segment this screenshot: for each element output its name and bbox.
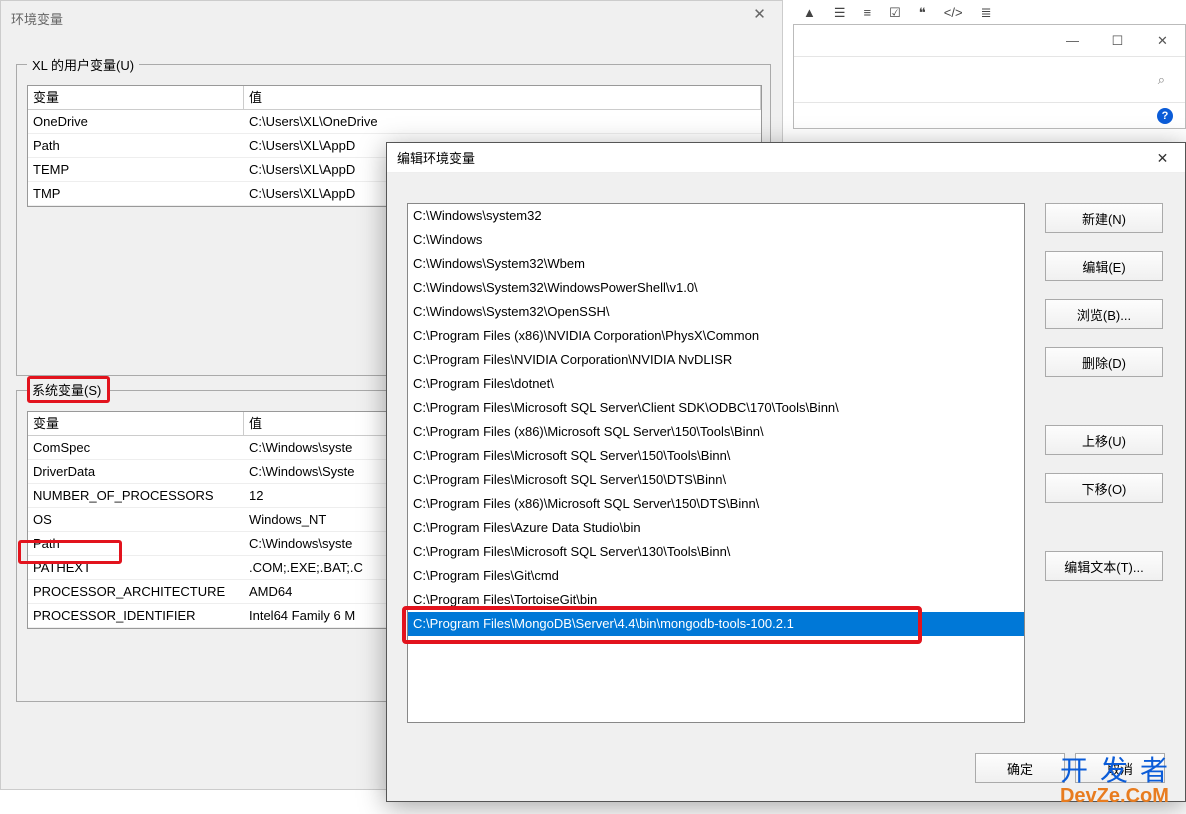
list-item[interactable]: C:\Program Files\Azure Data Studio\bin (408, 516, 1024, 540)
var-name: NUMBER_OF_PROCESSORS (28, 484, 244, 507)
list-item[interactable]: C:\Program Files\Microsoft SQL Server\13… (408, 540, 1024, 564)
align-icon: ≣ (981, 5, 992, 21)
var-name: Path (28, 532, 244, 555)
edit-button[interactable]: 编辑(E) (1045, 251, 1163, 281)
maximize-icon[interactable]: ☐ (1095, 33, 1140, 49)
table-header: 变量 值 (28, 86, 761, 110)
help-icon[interactable]: ? (1157, 108, 1173, 124)
minimize-icon[interactable]: — (1050, 33, 1095, 48)
code-icon: </> (944, 5, 963, 20)
list-item[interactable]: C:\Windows\System32\OpenSSH\ (408, 300, 1024, 324)
move-up-button[interactable]: 上移(U) (1045, 425, 1163, 455)
system-vars-label: 系统变量(S) (27, 376, 110, 403)
list-item[interactable]: C:\Program Files (x86)\NVIDIA Corporatio… (408, 324, 1024, 348)
close-icon[interactable]: ✕ (737, 1, 782, 29)
list-ol-icon: ≡ (864, 5, 872, 20)
bg-small-window: — ☐ ✕ ⌕ ? (793, 24, 1186, 129)
move-down-button[interactable]: 下移(O) (1045, 473, 1163, 503)
side-buttons: 新建(N) 编辑(E) 浏览(B)... 删除(D) 上移(U) 下移(O) 编… (1045, 203, 1165, 599)
edit-env-var-dialog: 编辑环境变量 ✕ C:\Windows\system32C:\WindowsC:… (386, 142, 1186, 802)
var-name: ComSpec (28, 436, 244, 459)
list-item[interactable]: C:\Windows\System32\WindowsPowerShell\v1… (408, 276, 1024, 300)
highlight-icon: ▲ (803, 5, 816, 20)
list-item[interactable]: C:\Windows\System32\Wbem (408, 252, 1024, 276)
quote-icon: ❝ (919, 5, 926, 21)
watermark-line1: 开发者 (1060, 749, 1180, 789)
list-item[interactable]: C:\Program Files\Git\cmd (408, 564, 1024, 588)
var-value: C:\Users\XL\OneDrive (244, 110, 761, 133)
list-ul-icon: ☰ (834, 5, 846, 21)
edit-text-button[interactable]: 编辑文本(T)... (1045, 551, 1163, 581)
editor-toolbar: ▲ ☰ ≡ ☑ ❝ </> ≣ (793, 0, 1186, 26)
user-vars-label: XL 的用户变量(U) (27, 55, 139, 74)
var-name: PATHEXT (28, 556, 244, 579)
background-editor-strip: ▲ ☰ ≡ ☑ ❝ </> ≣ — ☐ ✕ ⌕ ? (793, 0, 1186, 140)
close-icon[interactable]: ✕ (1140, 33, 1185, 49)
new-button[interactable]: 新建(N) (1045, 203, 1163, 233)
list-item[interactable]: C:\Program Files\Microsoft SQL Server\15… (408, 468, 1024, 492)
watermark-line2: DevZe.CoM (1060, 785, 1180, 808)
var-name: PROCESSOR_ARCHITECTURE (28, 580, 244, 603)
col-variable: 变量 (28, 412, 244, 435)
list-item[interactable]: C:\Program Files\Microsoft SQL Server\15… (408, 444, 1024, 468)
var-name: OneDrive (28, 110, 244, 133)
checkbox-icon: ☑ (889, 5, 901, 21)
list-item[interactable]: C:\Program Files (x86)\Microsoft SQL Ser… (408, 492, 1024, 516)
dialog-titlebar: 编辑环境变量 ✕ (387, 143, 1185, 173)
var-name: OS (28, 508, 244, 531)
delete-button[interactable]: 删除(D) (1045, 347, 1163, 377)
list-item[interactable]: C:\Program Files\Microsoft SQL Server\Cl… (408, 396, 1024, 420)
col-variable: 变量 (28, 86, 244, 109)
list-item[interactable]: C:\Program Files\MongoDB\Server\4.4\bin\… (408, 612, 1024, 636)
var-name: Path (28, 134, 244, 157)
var-name: PROCESSOR_IDENTIFIER (28, 604, 244, 627)
table-row[interactable]: OneDriveC:\Users\XL\OneDrive (28, 110, 761, 134)
list-item[interactable]: C:\Program Files\dotnet\ (408, 372, 1024, 396)
browse-button[interactable]: 浏览(B)... (1045, 299, 1163, 329)
close-icon[interactable]: ✕ (1140, 143, 1185, 172)
path-entries-list[interactable]: C:\Windows\system32C:\WindowsC:\Windows\… (407, 203, 1025, 723)
dialog-title: 环境变量 (11, 9, 63, 28)
ok-button[interactable]: 确定 (975, 753, 1065, 783)
var-name: DriverData (28, 460, 244, 483)
list-item[interactable]: C:\Program Files (x86)\Microsoft SQL Ser… (408, 420, 1024, 444)
watermark: 开发者 DevZe.CoM (1060, 749, 1180, 808)
dialog-title: 编辑环境变量 (397, 148, 475, 167)
col-value: 值 (244, 86, 761, 109)
var-name: TMP (28, 182, 244, 205)
list-item[interactable]: C:\Windows (408, 228, 1024, 252)
search-icon[interactable]: ⌕ (1158, 72, 1165, 88)
list-item[interactable]: C:\Program Files\NVIDIA Corporation\NVID… (408, 348, 1024, 372)
list-item[interactable]: C:\Windows\system32 (408, 204, 1024, 228)
var-name: TEMP (28, 158, 244, 181)
list-item[interactable]: C:\Program Files\TortoiseGit\bin (408, 588, 1024, 612)
